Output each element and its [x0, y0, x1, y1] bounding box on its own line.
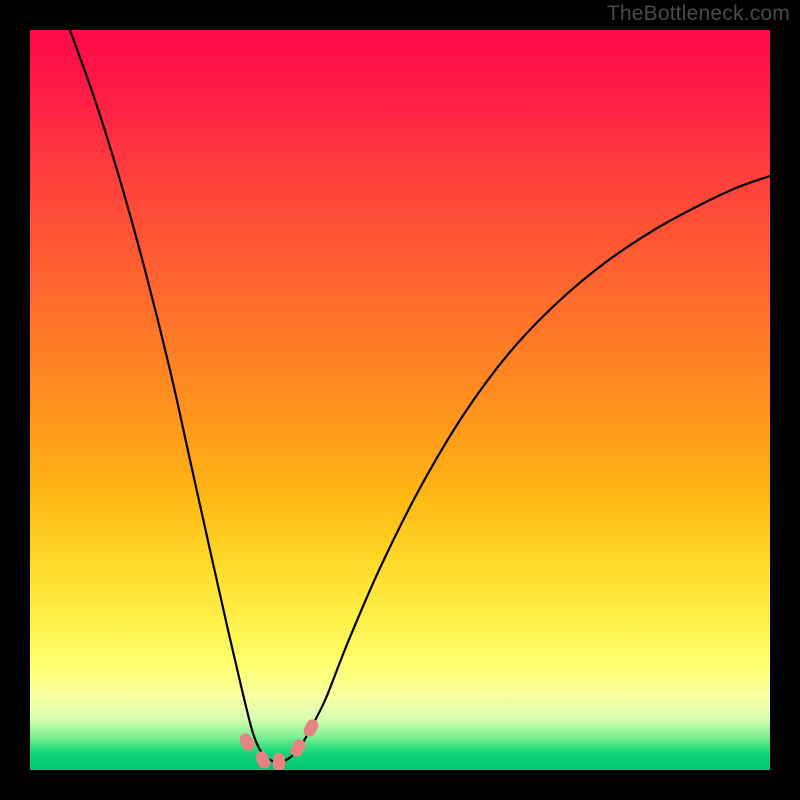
plot-area: [30, 30, 770, 770]
curve-svg: [30, 30, 770, 770]
data-marker: [273, 753, 285, 770]
bottleneck-curve: [70, 30, 770, 762]
chart-frame: TheBottleneck.com: [0, 0, 800, 800]
data-marker: [301, 717, 320, 739]
watermark-text: TheBottleneck.com: [607, 2, 790, 26]
